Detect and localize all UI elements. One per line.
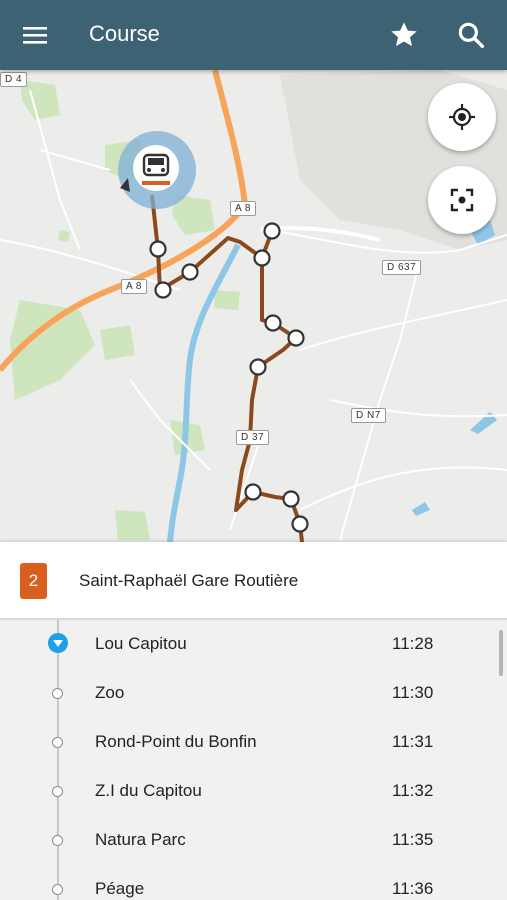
stop-time: 11:31 — [392, 732, 434, 751]
stop-name: Lou Capitou — [95, 634, 187, 653]
center-focus-icon — [450, 188, 474, 212]
road-label-a8-west: A 8 — [121, 279, 147, 294]
stop-item[interactable]: Lou Capitou 11:28 — [0, 620, 507, 669]
stop-name: Natura Parc — [95, 830, 186, 849]
stop-item[interactable]: Z.I du Capitou 11:32 — [0, 767, 507, 816]
stop-time: 11:32 — [392, 781, 434, 800]
stop-item[interactable]: Rond-Point du Bonfin 11:31 — [0, 718, 507, 767]
center-focus-button[interactable] — [428, 166, 496, 234]
stop-time: 11:35 — [392, 830, 434, 849]
my-location-icon — [449, 104, 475, 130]
stop-time: 11:36 — [392, 879, 434, 898]
app-bar: Course — [0, 0, 507, 70]
stop-name: Rond-Point du Bonfin — [95, 732, 257, 751]
stop-marker-icon — [52, 737, 63, 748]
stop-name: Zoo — [95, 683, 125, 702]
menu-icon[interactable] — [18, 20, 52, 50]
bus-icon[interactable] — [118, 131, 196, 209]
road-label-d637: D 637 — [382, 260, 422, 275]
road-label-d37: D 37 — [236, 430, 270, 445]
stop-marker-icon — [52, 688, 63, 699]
stop-item[interactable]: Péage 11:36 — [0, 865, 507, 900]
route-destination: Saint-Raphaël Gare Routière — [79, 571, 299, 590]
stop-time: 11:28 — [392, 634, 434, 653]
page-title: Course — [89, 21, 160, 46]
map-view[interactable]: D 4 A 8 A 8 D 637 D N7 D 37 — [0, 70, 507, 542]
stop-marker-icon — [52, 786, 63, 797]
road-label-dn7: D N7 — [351, 408, 386, 423]
stop-marker-icon — [52, 835, 63, 846]
stop-name: Z.I du Capitou — [95, 781, 202, 800]
route-header[interactable]: 2 Saint-Raphaël Gare Routière — [0, 542, 507, 620]
stop-item[interactable]: Natura Parc 11:35 — [0, 816, 507, 865]
stop-marker-icon — [52, 884, 63, 895]
map-canvas — [0, 70, 507, 542]
road-label-a8-north: A 8 — [230, 201, 256, 216]
current-stop-marker-icon — [48, 633, 68, 653]
stop-time: 11:30 — [392, 683, 434, 702]
road-label-d4: D 4 — [0, 72, 28, 87]
route-stops — [149, 222, 309, 533]
star-icon[interactable] — [388, 19, 420, 51]
stop-name: Péage — [95, 879, 145, 898]
search-icon[interactable] — [455, 19, 487, 51]
stop-item[interactable]: Zoo 11:30 — [0, 669, 507, 718]
my-location-button[interactable] — [428, 83, 496, 151]
route-number-badge: 2 — [20, 563, 47, 599]
stops-list[interactable]: Lou Capitou 11:28 Zoo 11:30 Rond-Point d… — [0, 620, 507, 900]
scrollbar[interactable] — [499, 630, 503, 676]
route-path — [150, 194, 304, 542]
